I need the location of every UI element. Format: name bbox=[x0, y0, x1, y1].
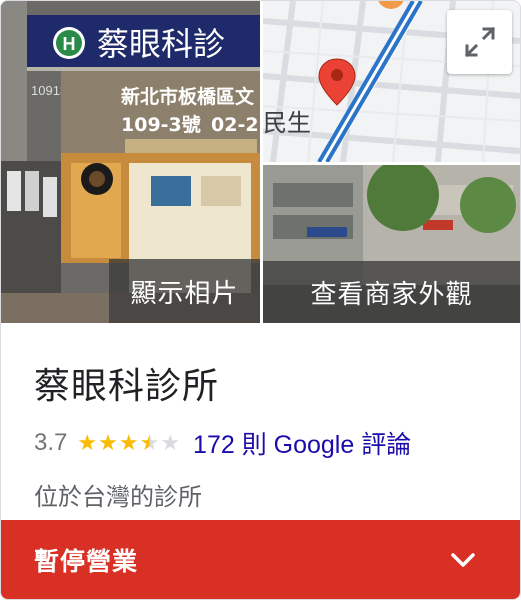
star-icon: ★ bbox=[118, 430, 139, 455]
street-view-thumbnail[interactable]: 查看商家外觀 bbox=[263, 165, 520, 323]
show-photos-label: 顯示相片 bbox=[130, 278, 239, 309]
show-photos-button[interactable]: 顯示相片 bbox=[109, 259, 260, 323]
expand-map-button[interactable] bbox=[447, 10, 512, 74]
reviews-link[interactable]: 172 則 Google 評論 bbox=[193, 425, 411, 461]
street-view-button[interactable]: 查看商家外觀 bbox=[263, 261, 520, 323]
expand-arrows-icon bbox=[464, 26, 495, 58]
sign-phone: 02-2 bbox=[211, 114, 259, 136]
star-icon: ★ bbox=[98, 430, 118, 455]
star-icon: ★ bbox=[139, 430, 160, 455]
place-card: H 蔡眼科診 10913 新北市板橋區文 109-3號 02-2 顯示相片 民生… bbox=[0, 0, 521, 600]
rating-row: 3.7 ★ ★ ★ ★ ★ 172 則 Google 評論 bbox=[34, 425, 411, 461]
map-thumbnail[interactable]: 民生 bbox=[263, 1, 520, 162]
rating-value: 3.7 bbox=[34, 429, 68, 456]
star-rating: ★ ★ ★ ★ ★ bbox=[77, 432, 181, 454]
star-icon: ★ bbox=[160, 430, 181, 455]
street-view-label: 查看商家外觀 bbox=[310, 279, 473, 310]
place-title: 蔡眼科診所 bbox=[34, 366, 220, 407]
photo-grid: H 蔡眼科診 10913 新北市板橋區文 109-3號 02-2 顯示相片 民生… bbox=[1, 1, 520, 325]
place-category: 位於台灣的診所 bbox=[34, 483, 202, 511]
status-banner[interactable]: 暫停營業 bbox=[1, 520, 520, 599]
storefront-photo[interactable]: H 蔡眼科診 10913 新北市板橋區文 109-3號 02-2 顯示相片 bbox=[1, 1, 260, 323]
map-street-label: 民生 bbox=[263, 109, 311, 137]
svg-text:H: H bbox=[63, 34, 76, 54]
sign-address-2: 109-3號 bbox=[121, 114, 201, 136]
sign-address-1: 新北市板橋區文 bbox=[121, 85, 255, 108]
star-icon: ★ bbox=[77, 430, 98, 455]
chevron-down-icon[interactable] bbox=[450, 552, 476, 568]
status-text: 暫停營業 bbox=[34, 546, 139, 576]
sign-name-text: 蔡眼科診 bbox=[97, 25, 225, 63]
